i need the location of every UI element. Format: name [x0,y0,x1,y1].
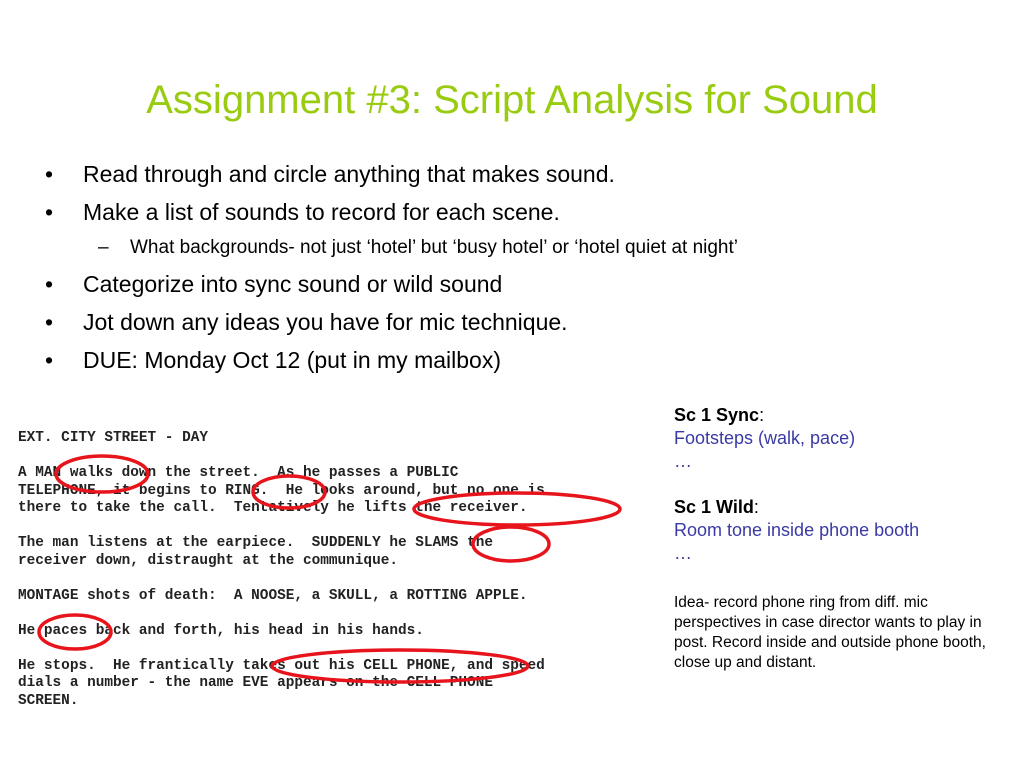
bullet-item: • Jot down any ideas you have for mic tec… [40,303,920,341]
bullet-marker: • [45,161,54,187]
bullet-marker: • [45,347,54,373]
wild-heading: Sc 1 Wild: [674,497,759,517]
sync-ellipsis: … [674,451,692,471]
script-paragraph: A MAN walks down the street. As he passe… [18,465,545,516]
slide-title: Assignment #3: Script Analysis for Sound [146,78,878,122]
bullet-item: • Categorize into sync sound or wild soun… [40,265,920,303]
idea-note: Idea- record phone ring from diff. mic p… [674,594,986,671]
sub-bullet-item: – What backgrounds- not just ‘hotel’ but … [40,235,900,261]
bullet-list: • Read through and circle anything that m… [40,155,920,379]
bullet-text: DUE: Monday Oct 12 (put in my mailbox) [83,347,501,373]
sync-heading: Sc 1 Sync: [674,405,765,425]
bullet-marker: • [45,309,54,335]
sound-notes: Sc 1 Sync: Footsteps (walk, pace) … Sc 1… [674,404,1004,673]
bullet-item: • DUE: Monday Oct 12 (put in my mailbox) [40,341,920,379]
sync-item: Footsteps (walk, pace) [674,428,856,448]
script-paragraph: He stops. He frantically takes out his C… [18,657,545,709]
bullet-item: • Read through and circle anything that m… [40,155,920,193]
bullet-item: • Make a list of sounds to record for eac… [40,193,920,231]
script-paragraph: The man listens at the earpiece. SUDDENL… [18,535,493,569]
bullet-marker: • [45,271,54,297]
sub-bullet-marker: – [98,237,109,258]
wild-item: Room tone inside phone booth [674,520,920,540]
wild-ellipsis: … [674,543,692,563]
bullet-marker: • [45,199,54,225]
bullet-text: Make a list of sounds to record for each… [83,199,560,225]
script-scene-heading: EXT. CITY STREET - DAY [18,430,208,446]
script-excerpt: EXT. CITY STREET - DAY A MAN walks down … [18,430,658,728]
script-paragraph: He paces back and forth, his head in his… [18,622,424,639]
bullet-text: Read through and circle anything that ma… [83,161,615,187]
bullet-text: Categorize into sync sound or wild sound [83,271,503,297]
sub-bullet-text: What backgrounds- not just ‘hotel’ but ‘… [130,237,738,258]
bullet-text: Jot down any ideas you have for mic tech… [83,309,568,335]
script-paragraph: MONTAGE shots of death: A NOOSE, a SKULL… [18,587,528,604]
